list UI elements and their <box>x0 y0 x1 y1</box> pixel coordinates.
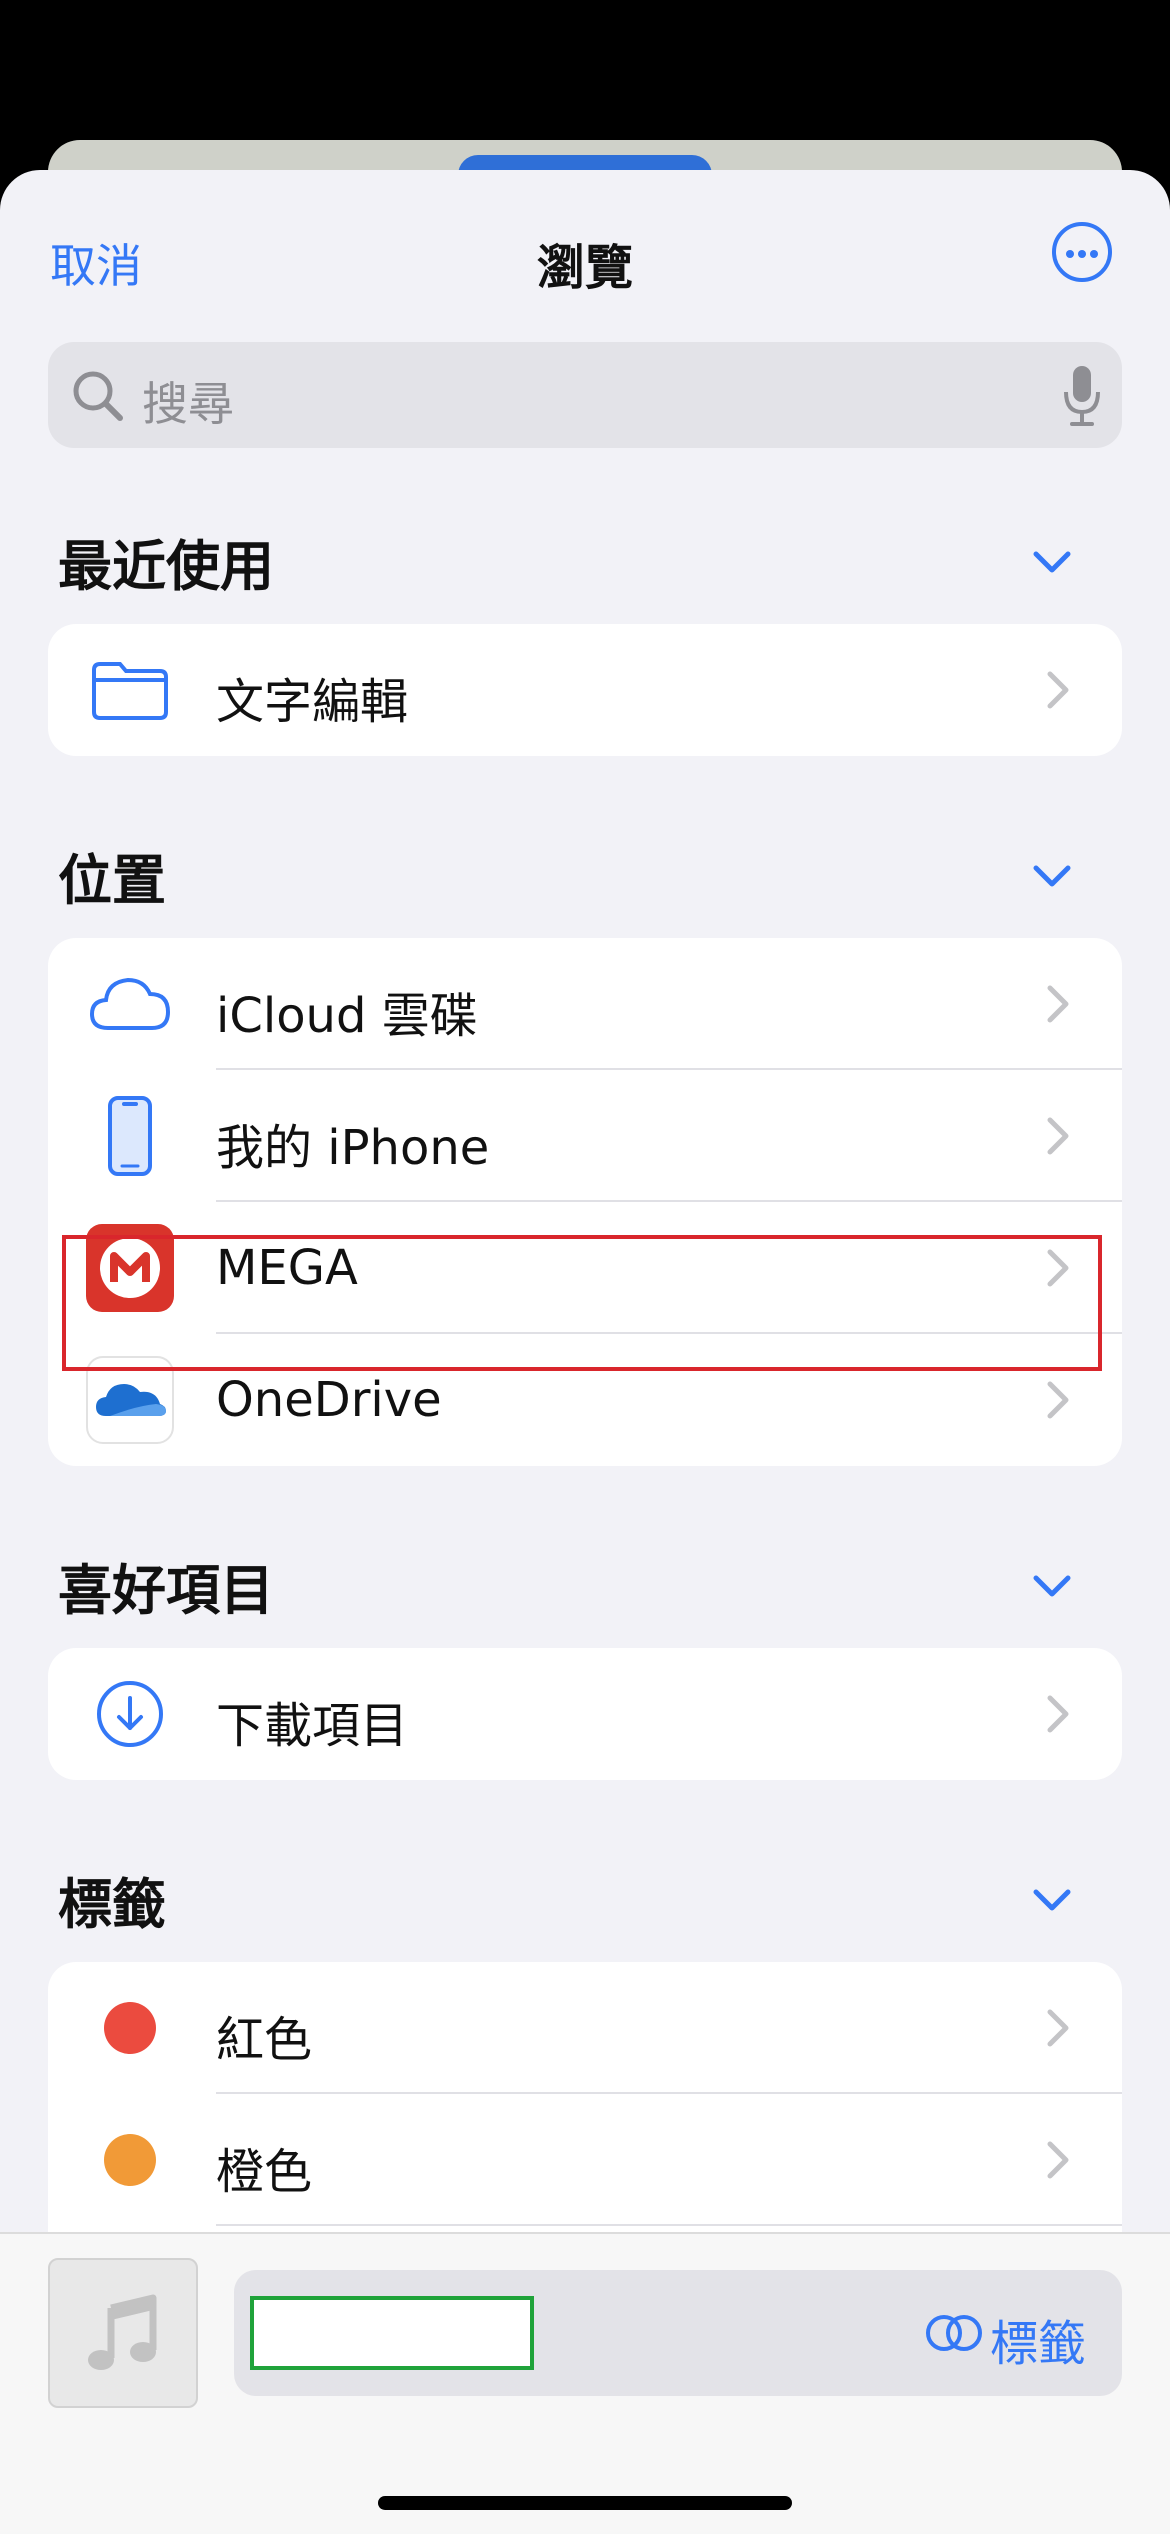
tag-color-dot <box>104 2002 156 2054</box>
microphone-icon[interactable] <box>1062 364 1102 428</box>
red-tag-dot-icon <box>104 2002 156 2054</box>
list-item-label: 橙色 <box>216 2144 313 2200</box>
chevron-down-icon[interactable] <box>1030 854 1074 898</box>
orange-tag-dot-icon <box>104 2134 156 2186</box>
list-item-label: 我的 iPhone <box>216 1120 490 1176</box>
divider <box>216 2224 1122 2226</box>
favorites-list: 下載項目 <box>48 1648 1122 1780</box>
list-item-label: MEGA <box>216 1240 358 1296</box>
file-thumbnail <box>48 2258 198 2408</box>
locations-list: iCloud 雲碟 我的 iPhone MEGA OneDrive <box>48 938 1122 1466</box>
mega-logo-icon <box>86 1224 174 1312</box>
recent-list: 文字編輯 <box>48 624 1122 756</box>
folder-icon <box>92 662 168 720</box>
cloud-icon <box>89 977 171 1030</box>
list-item-label: 文字編輯 <box>216 674 409 730</box>
tag-color-dot <box>104 2134 156 2186</box>
section-title-recent: 最近使用 <box>58 535 274 598</box>
chevron-down-icon[interactable] <box>1030 540 1074 584</box>
search-field[interactable]: 搜尋 <box>48 342 1122 448</box>
chevron-right-icon <box>1047 1249 1069 1287</box>
list-item-text-edit[interactable]: 文字編輯 <box>48 624 1122 756</box>
home-indicator[interactable] <box>378 2496 792 2510</box>
chevron-right-icon <box>1047 2009 1069 2047</box>
download-icon <box>97 1681 163 1747</box>
navigation-bar: 取消 瀏覽 <box>0 170 1170 340</box>
browse-sheet: 取消 瀏覽 搜尋 最近使用 文字編輯 位置 iCloud 雲碟 我的 iPhon… <box>0 170 1170 2532</box>
cancel-button[interactable]: 取消 <box>50 230 142 296</box>
list-item-on-my-iphone[interactable]: 我的 iPhone <box>48 1070 1122 1202</box>
chevron-down-icon[interactable] <box>1030 1564 1074 1608</box>
list-item-onedrive[interactable]: OneDrive <box>48 1334 1122 1466</box>
chevron-down-icon[interactable] <box>1030 1878 1074 1922</box>
chevron-right-icon <box>1047 985 1069 1023</box>
chevron-right-icon <box>1047 1381 1069 1419</box>
music-note-icon <box>88 2294 157 2370</box>
list-item-label: 紅色 <box>216 2012 313 2068</box>
iphone-icon <box>108 1096 152 1176</box>
chevron-right-icon <box>1047 1695 1069 1733</box>
section-title-favorites: 喜好項目 <box>58 1559 274 1622</box>
tags-circles-icon <box>926 2315 982 2351</box>
list-item-downloads[interactable]: 下載項目 <box>48 1648 1122 1780</box>
search-icon <box>73 371 123 421</box>
save-bar: 標籤 <box>0 2232 1170 2534</box>
more-options-button[interactable] <box>1052 222 1112 282</box>
chevron-right-icon <box>1047 671 1069 709</box>
list-item-tag-orange[interactable]: 橙色 <box>48 2094 1122 2226</box>
tags-button-label: 標籤 <box>990 2316 1087 2372</box>
section-title-locations: 位置 <box>58 849 166 912</box>
file-name-input[interactable] <box>250 2296 534 2370</box>
section-title-tags: 標籤 <box>58 1873 166 1936</box>
list-item-label: 下載項目 <box>216 1698 409 1754</box>
page-title: 瀏覽 <box>536 240 633 296</box>
list-item-label: iCloud 雲碟 <box>216 988 478 1044</box>
onedrive-logo-icon <box>86 1356 174 1444</box>
file-name-field: 標籤 <box>234 2270 1122 2396</box>
chevron-right-icon <box>1047 2141 1069 2179</box>
more-dot-icon <box>1066 250 1074 258</box>
search-placeholder: 搜尋 <box>142 377 234 431</box>
chevron-right-icon <box>1047 1117 1069 1155</box>
list-item-icloud-drive[interactable]: iCloud 雲碟 <box>48 938 1122 1070</box>
list-item-mega[interactable]: MEGA <box>48 1202 1122 1334</box>
list-item-label: OneDrive <box>216 1372 442 1428</box>
more-dot-icon <box>1090 250 1098 258</box>
more-dot-icon <box>1078 250 1086 258</box>
list-item-tag-red[interactable]: 紅色 <box>48 1962 1122 2094</box>
